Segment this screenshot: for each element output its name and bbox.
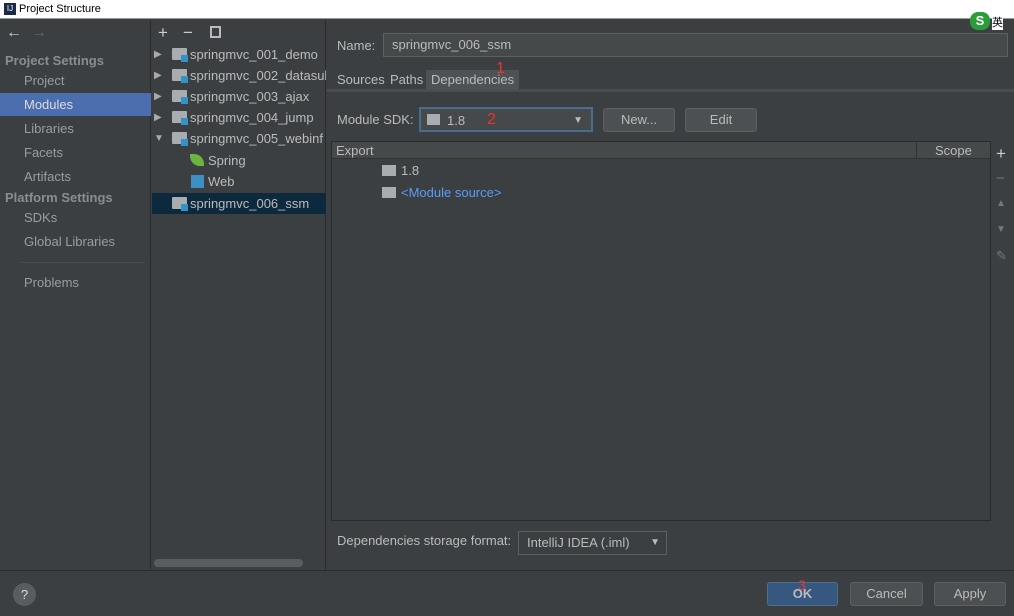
tab-paths[interactable]: Paths bbox=[385, 70, 428, 90]
sidebar-item-modules[interactable]: Modules bbox=[0, 93, 151, 116]
sidebar-item-libraries[interactable]: Libraries bbox=[0, 117, 151, 140]
web-facet-icon bbox=[191, 175, 204, 188]
module-folder-icon bbox=[172, 90, 188, 104]
module-folder-icon bbox=[172, 111, 188, 125]
tree-node-selected[interactable]: springmvc_006_ssm bbox=[152, 193, 326, 214]
module-folder-icon bbox=[172, 48, 188, 62]
storage-format-label: Dependencies storage format: bbox=[337, 533, 512, 548]
sdk-folder-icon bbox=[382, 165, 396, 176]
remove-dependency-icon[interactable]: − bbox=[996, 170, 1005, 187]
module-tree: + − ▶ springmvc_001_demo ▶ springmvc_002_d… bbox=[152, 20, 326, 570]
back-arrow-icon[interactable]: ← bbox=[6, 24, 22, 42]
apply-button[interactable]: Apply bbox=[934, 582, 1006, 606]
name-label: Name: bbox=[337, 38, 376, 53]
table-row[interactable]: <Module source> bbox=[382, 184, 882, 204]
tree-node[interactable]: ▶ springmvc_003_ajax bbox=[152, 86, 326, 107]
window-title: Project Structure bbox=[19, 3, 101, 15]
table-row[interactable]: 1.8 bbox=[382, 162, 882, 182]
platform-settings-heading: Platform Settings bbox=[5, 190, 113, 205]
sidebar-item-artifacts[interactable]: Artifacts bbox=[0, 165, 151, 188]
name-input[interactable]: springmvc_006_ssm bbox=[383, 33, 1008, 57]
sdk-folder-icon bbox=[427, 114, 440, 125]
dependencies-table: Export Scope 1.8 <Module source> bbox=[331, 141, 991, 521]
tree-node[interactable]: ▶ springmvc_004_jump bbox=[152, 107, 326, 128]
dialog-footer: ? OK 3 Cancel Apply bbox=[0, 570, 1014, 616]
ime-logo-icon: S bbox=[970, 12, 990, 30]
annotation-3: 3 bbox=[798, 577, 806, 593]
column-scope[interactable]: Scope bbox=[935, 143, 972, 158]
copy-icon[interactable] bbox=[210, 26, 221, 38]
chevron-down-icon: ▼ bbox=[650, 537, 660, 548]
cancel-button[interactable]: Cancel bbox=[850, 582, 923, 606]
move-down-icon[interactable]: ▼ bbox=[996, 224, 1006, 235]
sidebar-item-project[interactable]: Project bbox=[0, 69, 151, 92]
tree-node[interactable]: ▶ springmvc_001_demo bbox=[152, 44, 326, 65]
help-button[interactable]: ? bbox=[13, 583, 36, 606]
tree-node-spring[interactable]: Spring bbox=[152, 150, 326, 171]
sidebar-divider bbox=[20, 262, 145, 263]
sidebar-item-problems[interactable]: Problems bbox=[0, 271, 151, 294]
intellij-logo-icon: IJ bbox=[4, 3, 16, 15]
module-folder-icon bbox=[172, 69, 188, 83]
remove-icon[interactable]: − bbox=[183, 23, 193, 43]
sidebar-item-facets[interactable]: Facets bbox=[0, 141, 151, 164]
tab-sources[interactable]: Sources bbox=[332, 70, 390, 90]
move-up-icon[interactable]: ▲ bbox=[996, 198, 1006, 209]
tab-dependencies[interactable]: Dependencies bbox=[426, 70, 520, 90]
add-dependency-icon[interactable]: + bbox=[996, 144, 1006, 164]
module-details: Name: springmvc_006_ssm Sources Paths De… bbox=[327, 20, 1014, 570]
ime-indicator[interactable]: 英 bbox=[992, 14, 1003, 30]
annotation-1: 1 bbox=[496, 60, 505, 77]
annotation-2: 2 bbox=[487, 111, 496, 128]
module-folder-icon bbox=[172, 132, 188, 146]
tree-node[interactable]: ▶ springmvc_002_datasub bbox=[152, 65, 326, 86]
tree-node-web[interactable]: Web bbox=[152, 171, 326, 192]
module-sdk-select[interactable]: 1.8 ▼ bbox=[419, 107, 593, 132]
column-export[interactable]: Export bbox=[336, 143, 374, 158]
sidebar-item-global-libraries[interactable]: Global Libraries bbox=[0, 230, 151, 253]
tree-node[interactable]: ▼ springmvc_005_webinf bbox=[152, 128, 326, 149]
title-bar: IJ Project Structure bbox=[0, 0, 1014, 19]
new-sdk-button[interactable]: New... bbox=[603, 108, 675, 132]
project-settings-heading: Project Settings bbox=[5, 53, 104, 68]
horizontal-scrollbar[interactable] bbox=[154, 559, 303, 567]
edit-pencil-icon[interactable]: ✎ bbox=[996, 248, 1007, 264]
forward-arrow-icon[interactable]: → bbox=[31, 24, 47, 42]
storage-format-select[interactable]: IntelliJ IDEA (.iml) ▼ bbox=[518, 531, 667, 555]
table-header: Export Scope bbox=[332, 142, 990, 159]
chevron-down-icon: ▼ bbox=[573, 115, 583, 126]
sidebar-item-sdks[interactable]: SDKs bbox=[0, 206, 151, 229]
edit-sdk-button[interactable]: Edit bbox=[685, 108, 757, 132]
module-sdk-label: Module SDK: bbox=[337, 112, 414, 127]
source-folder-icon bbox=[382, 187, 396, 198]
module-folder-icon bbox=[172, 197, 188, 211]
spring-leaf-icon bbox=[190, 154, 204, 166]
settings-sidebar: ← → Project Settings Project Modules Lib… bbox=[0, 20, 151, 570]
add-icon[interactable]: + bbox=[158, 23, 168, 43]
